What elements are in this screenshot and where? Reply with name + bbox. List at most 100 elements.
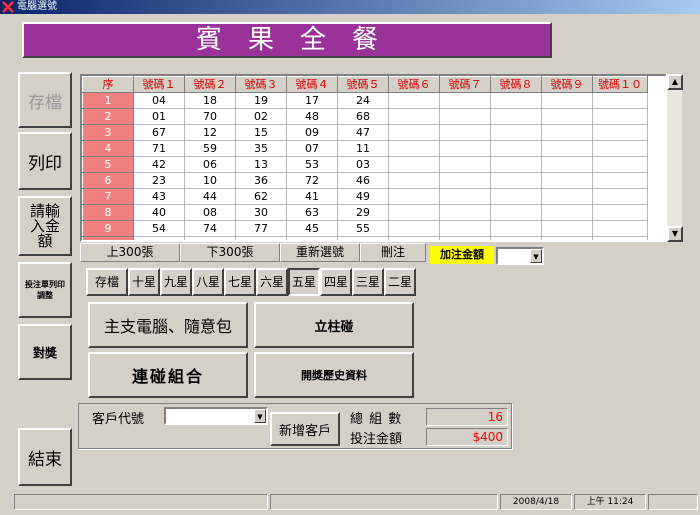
new-customer-button[interactable]: 新增客戶: [270, 412, 340, 446]
table-cell[interactable]: [439, 172, 491, 189]
table-cell[interactable]: [490, 188, 542, 205]
table-cell[interactable]: [388, 204, 440, 221]
table-cell[interactable]: 62: [235, 188, 287, 205]
table-cell[interactable]: 30: [235, 204, 287, 221]
star-option-button[interactable]: 六星: [256, 268, 288, 296]
column-header[interactable]: 號碼１: [133, 76, 185, 93]
star-option-button[interactable]: 七星: [224, 268, 256, 296]
delete-bet-button[interactable]: 刪注: [360, 243, 426, 262]
table-cell[interactable]: 51: [133, 236, 185, 240]
table-cell[interactable]: 66: [235, 236, 287, 240]
table-cell[interactable]: 08: [184, 204, 236, 221]
table-cell[interactable]: 18: [184, 92, 236, 109]
column-header[interactable]: 號碼４: [286, 76, 338, 93]
print-adjust-button[interactable]: 投注單列印調整: [18, 262, 72, 318]
table-cell[interactable]: 10: [184, 172, 236, 189]
table-cell[interactable]: 06: [184, 156, 236, 173]
table-cell[interactable]: [388, 220, 440, 237]
table-cell[interactable]: [439, 220, 491, 237]
table-cell[interactable]: [541, 140, 593, 157]
table-cell[interactable]: [592, 140, 648, 157]
table-cell[interactable]: [592, 220, 648, 237]
table-cell[interactable]: 70: [184, 108, 236, 125]
exit-button[interactable]: 結束: [18, 428, 72, 486]
table-cell[interactable]: 16: [337, 236, 389, 240]
table-cell[interactable]: [439, 124, 491, 141]
table-cell[interactable]: 47: [337, 124, 389, 141]
table-cell[interactable]: [592, 172, 648, 189]
table-cell[interactable]: [490, 124, 542, 141]
table-cell[interactable]: [388, 108, 440, 125]
column-button[interactable]: 立柱碰: [254, 302, 414, 348]
table-cell[interactable]: 63: [286, 204, 338, 221]
table-cell[interactable]: 01: [133, 108, 185, 125]
table-cell[interactable]: [439, 188, 491, 205]
table-cell[interactable]: 49: [337, 188, 389, 205]
table-cell[interactable]: [592, 204, 648, 221]
chevron-down-icon[interactable]: ▼: [530, 249, 542, 263]
star-option-button[interactable]: 十星: [128, 268, 160, 296]
table-cell[interactable]: [490, 236, 542, 240]
table-cell[interactable]: 71: [133, 140, 185, 157]
table-cell[interactable]: 24: [337, 92, 389, 109]
table-row[interactable]: 1 04 18 19 17 24: [82, 92, 648, 109]
table-cell[interactable]: 04: [133, 92, 185, 109]
table-row[interactable]: 9 54 74 77 45 55: [82, 220, 648, 237]
table-cell[interactable]: 53: [286, 156, 338, 173]
table-row[interactable]: 8 40 08 30 63 29: [82, 204, 648, 221]
table-cell[interactable]: 55: [337, 220, 389, 237]
table-cell[interactable]: [439, 108, 491, 125]
table-cell[interactable]: 59: [184, 140, 236, 157]
scroll-down-icon[interactable]: ▼: [667, 226, 683, 242]
table-cell[interactable]: [592, 124, 648, 141]
star-option-button[interactable]: 八星: [192, 268, 224, 296]
table-cell[interactable]: [541, 204, 593, 221]
table-cell[interactable]: 46: [337, 172, 389, 189]
table-cell[interactable]: [592, 92, 648, 109]
table-row[interactable]: 6 23 10 36 72 46: [82, 172, 648, 189]
table-cell[interactable]: 41: [286, 188, 338, 205]
table-cell[interactable]: [439, 156, 491, 173]
table-cell[interactable]: [490, 204, 542, 221]
table-cell[interactable]: 29: [337, 204, 389, 221]
star-option-button[interactable]: 五星: [288, 268, 320, 296]
check-prize-button[interactable]: 對獎: [18, 324, 72, 380]
table-cell[interactable]: [388, 188, 440, 205]
combo-button[interactable]: 連碰組合: [88, 352, 248, 398]
table-cell[interactable]: [541, 124, 593, 141]
table-cell[interactable]: [388, 140, 440, 157]
table-cell[interactable]: 03: [337, 156, 389, 173]
table-cell[interactable]: [592, 156, 648, 173]
table-cell[interactable]: 42: [133, 156, 185, 173]
table-cell[interactable]: [541, 188, 593, 205]
table-cell[interactable]: [490, 108, 542, 125]
table-cell[interactable]: 65: [184, 236, 236, 240]
column-header[interactable]: 號碼２: [184, 76, 236, 93]
table-cell[interactable]: 25: [286, 236, 338, 240]
table-cell[interactable]: [592, 188, 648, 205]
star-save-button[interactable]: 存檔: [86, 268, 128, 296]
table-cell[interactable]: [388, 236, 440, 240]
column-header[interactable]: 號碼６: [388, 76, 440, 93]
table-cell[interactable]: 72: [286, 172, 338, 189]
grid-scrollbar[interactable]: ▲ ▼: [666, 74, 683, 242]
history-button[interactable]: 開獎歷史資料: [254, 352, 414, 398]
table-cell[interactable]: 13: [235, 156, 287, 173]
save-button[interactable]: 存檔: [18, 72, 72, 128]
scroll-up-icon[interactable]: ▲: [667, 74, 683, 90]
table-cell[interactable]: [388, 124, 440, 141]
table-cell[interactable]: [388, 172, 440, 189]
column-header[interactable]: 號碼７: [439, 76, 491, 93]
table-row[interactable]: 105165662516: [82, 236, 648, 240]
table-cell[interactable]: 36: [235, 172, 287, 189]
table-cell[interactable]: 02: [235, 108, 287, 125]
table-cell[interactable]: 40: [133, 204, 185, 221]
table-cell[interactable]: [388, 156, 440, 173]
table-cell[interactable]: [490, 172, 542, 189]
print-button[interactable]: 列印: [18, 132, 72, 190]
table-cell[interactable]: 68: [337, 108, 389, 125]
table-row[interactable]: 2 01 70 02 48 68: [82, 108, 648, 125]
star-option-button[interactable]: 四星: [320, 268, 352, 296]
column-header[interactable]: 號碼９: [541, 76, 593, 93]
table-cell[interactable]: [490, 220, 542, 237]
